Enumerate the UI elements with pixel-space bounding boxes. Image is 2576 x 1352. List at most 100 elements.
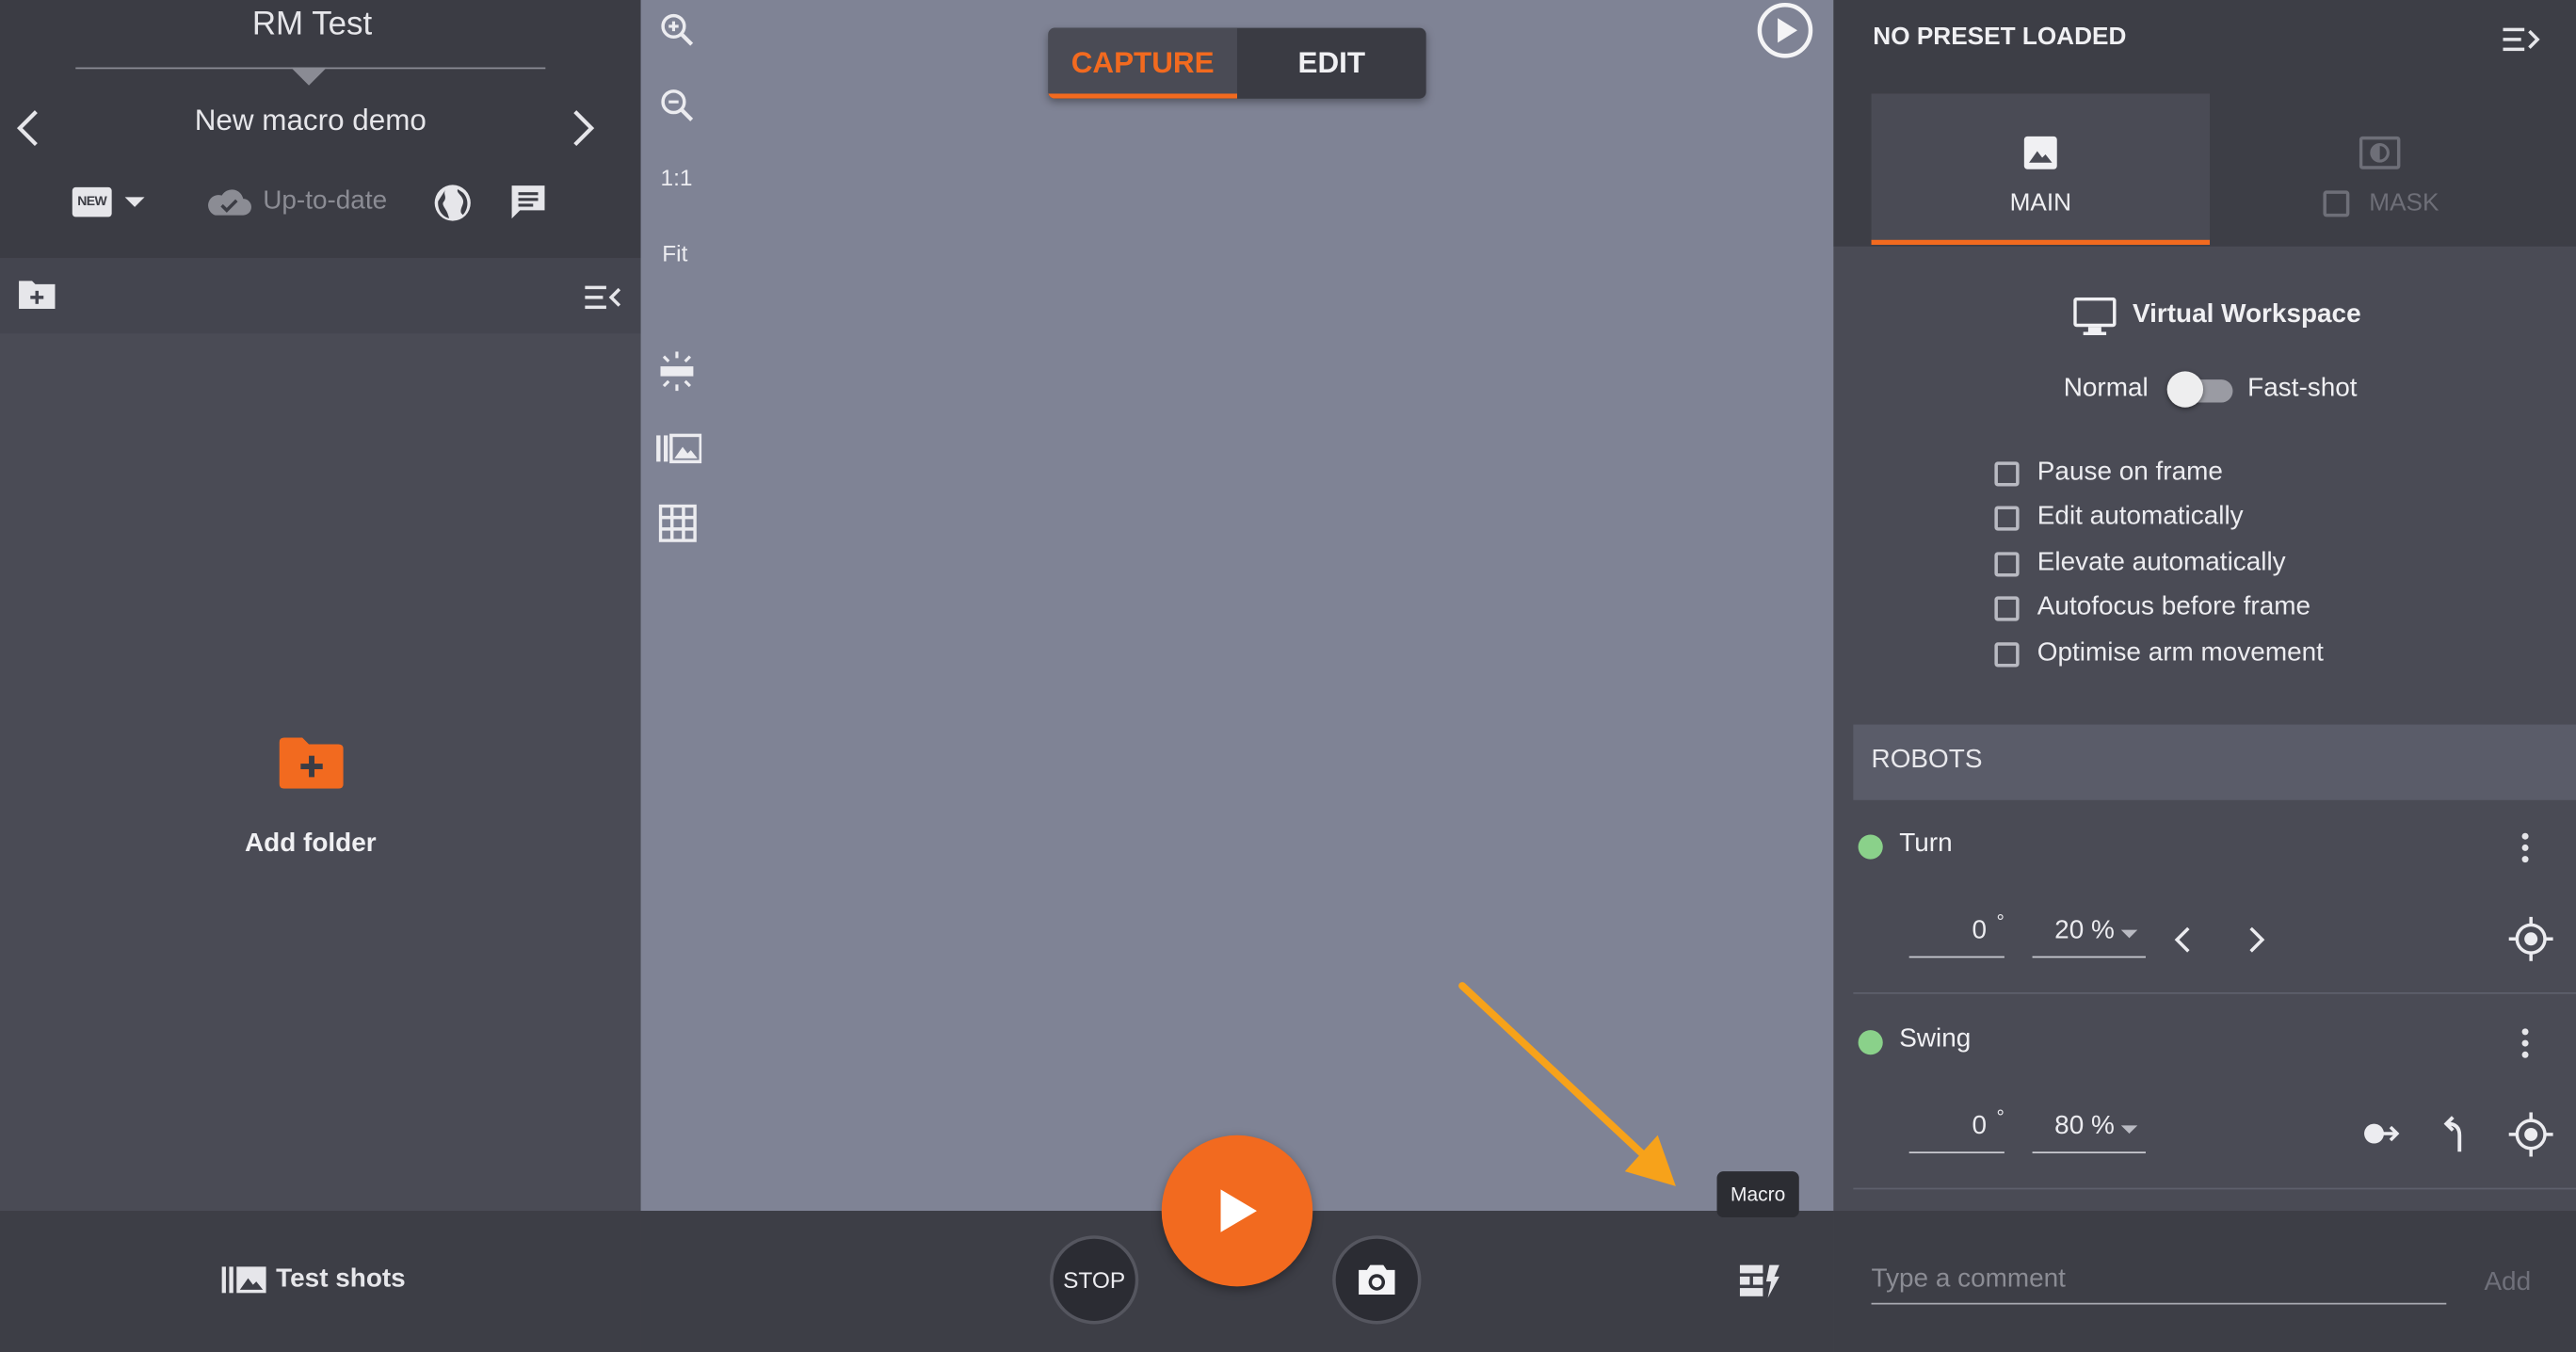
tab-main[interactable]: MAIN [1871, 93, 2211, 246]
add-folder-label[interactable]: Add folder [165, 829, 458, 859]
new-folder-button[interactable] [16, 278, 57, 311]
checkbox[interactable] [1994, 595, 2020, 620]
row-divider [1853, 1187, 2576, 1190]
preset-title[interactable]: NO PRESET LOADED [1873, 23, 2126, 51]
option-edit-automatically[interactable]: Edit automatically [1994, 499, 2244, 535]
chevron-right-icon [573, 110, 595, 147]
turn-step-back-button[interactable] [2172, 925, 2192, 954]
option-label: Pause on frame [2037, 458, 2223, 487]
prev-macro-button[interactable] [13, 108, 42, 148]
option-elevate-automatically[interactable]: Elevate automatically [1994, 545, 2286, 581]
new-badge-text: NEW [77, 193, 107, 209]
option-autofocus-before-frame[interactable]: Autofocus before frame [1994, 589, 2310, 625]
preview-play-button[interactable] [1756, 2, 1813, 59]
swing-target-button[interactable] [2508, 1112, 2553, 1157]
comments-button[interactable] [507, 183, 549, 222]
tab-mask[interactable]: MASK [2369, 189, 2439, 217]
caret-down-icon [124, 197, 145, 207]
option-pause-on-frame[interactable]: Pause on frame [1994, 455, 2223, 491]
option-label: Optimise arm movement [2037, 638, 2324, 668]
new-macro-dropdown[interactable]: NEW [72, 186, 145, 217]
fast-shot-toggle[interactable] [2166, 371, 2233, 408]
row-divider [1853, 991, 2576, 994]
checkbox[interactable] [1994, 551, 2020, 576]
chevron-right-icon [2249, 926, 2265, 953]
take-photo-button[interactable] [1332, 1235, 1422, 1325]
preset-menu-button[interactable] [2503, 26, 2540, 53]
swing-angle-input[interactable]: 0 ° [1909, 1105, 2004, 1141]
project-dropdown-caret-icon[interactable] [290, 67, 328, 86]
project-title[interactable]: RM Test [0, 7, 624, 44]
macro-icon [1739, 1264, 1779, 1298]
swing-elevate-button[interactable] [2439, 1112, 2468, 1154]
checkbox[interactable] [1994, 641, 2020, 667]
swing-speed-select[interactable]: 80 % [2033, 1112, 2115, 1141]
zoom-in-icon [661, 13, 694, 46]
turn-target-button[interactable] [2508, 916, 2553, 961]
swing-key-button[interactable] [2362, 1119, 2402, 1148]
zoom-out-button[interactable] [659, 87, 695, 122]
test-shots-button[interactable]: Test shots [221, 1263, 406, 1296]
field-underline [2032, 1151, 2146, 1153]
grid-overlay-button[interactable] [658, 504, 697, 542]
stop-button[interactable]: STOP [1050, 1235, 1139, 1325]
option-label: Edit automatically [2037, 502, 2244, 531]
run-macro-button[interactable] [1161, 1135, 1313, 1287]
tab-edit[interactable]: EDIT [1237, 28, 1426, 99]
menu-collapse-icon [2503, 27, 2540, 52]
camera-icon [1359, 1264, 1395, 1296]
tutorial-arrow-icon [1454, 977, 1683, 1191]
gallery-icon [221, 1266, 266, 1294]
folder-toolbar [0, 257, 641, 334]
angle-value: 0 [1972, 1112, 1988, 1141]
globe-button[interactable] [432, 183, 474, 224]
monitor-icon [2073, 297, 2117, 337]
zoom-fit-button[interactable]: Fit [662, 240, 687, 266]
filmstrip-button[interactable] [655, 432, 702, 465]
angle-unit: ° [1996, 1105, 2004, 1129]
more-vert-icon[interactable] [2521, 832, 2529, 868]
comment-input[interactable] [1871, 1256, 2447, 1305]
cloud-check-icon [208, 189, 251, 216]
angle-value: 0 [1972, 916, 1988, 945]
caret-down-icon [2120, 929, 2138, 939]
turn-speed-select[interactable]: 20 % [2033, 917, 2115, 946]
crosshair-icon [2508, 1112, 2553, 1157]
zoom-out-icon [661, 89, 694, 121]
add-comment-button[interactable]: Add [2484, 1268, 2531, 1297]
new-badge-icon: NEW [72, 186, 112, 217]
more-vert-icon[interactable] [2521, 1028, 2529, 1063]
tab-capture[interactable]: CAPTURE [1048, 27, 1237, 99]
robot-status-dot [1858, 1030, 1883, 1055]
macro-tooltip: Macro [1716, 1171, 1799, 1218]
turn-step-forward-button[interactable] [2247, 925, 2267, 954]
zoom-actual-button[interactable]: 1:1 [660, 165, 692, 191]
macro-button[interactable] [1738, 1262, 1780, 1301]
grid-icon [658, 504, 697, 542]
turn-arrow-icon [2443, 1116, 2462, 1152]
checkbox[interactable] [1994, 505, 2020, 530]
robot-status-dot [1858, 834, 1883, 860]
mode-normal-label: Normal [2063, 374, 2149, 403]
folder-plus-icon [279, 737, 344, 789]
chevron-left-icon [16, 110, 38, 147]
add-folder-button[interactable] [279, 737, 344, 789]
turn-angle-input[interactable]: 0 ° [1909, 910, 2004, 946]
crop-guides-icon [660, 351, 694, 392]
key-arrow-icon [2364, 1123, 2400, 1144]
play-circle-icon [1757, 2, 1813, 58]
next-macro-button[interactable] [569, 108, 598, 148]
robot-name-turn: Turn [1899, 829, 1953, 858]
option-optimise-arm-movement[interactable]: Optimise arm movement [1994, 636, 2324, 671]
robots-title: ROBOTS [1871, 746, 1983, 774]
macro-name[interactable]: New macro demo [99, 104, 523, 138]
mode-toggle: CAPTURE EDIT [1048, 27, 1426, 99]
collapse-panel-button[interactable] [585, 284, 621, 311]
checkbox[interactable] [1994, 460, 2020, 486]
tab-mask-checkbox[interactable] [2323, 190, 2350, 217]
menu-collapse-icon [585, 285, 621, 310]
crop-guides-button[interactable] [659, 351, 695, 392]
field-underline [1908, 1151, 2004, 1153]
zoom-in-button[interactable] [659, 11, 695, 47]
sync-status: Up-to-date [203, 185, 387, 218]
